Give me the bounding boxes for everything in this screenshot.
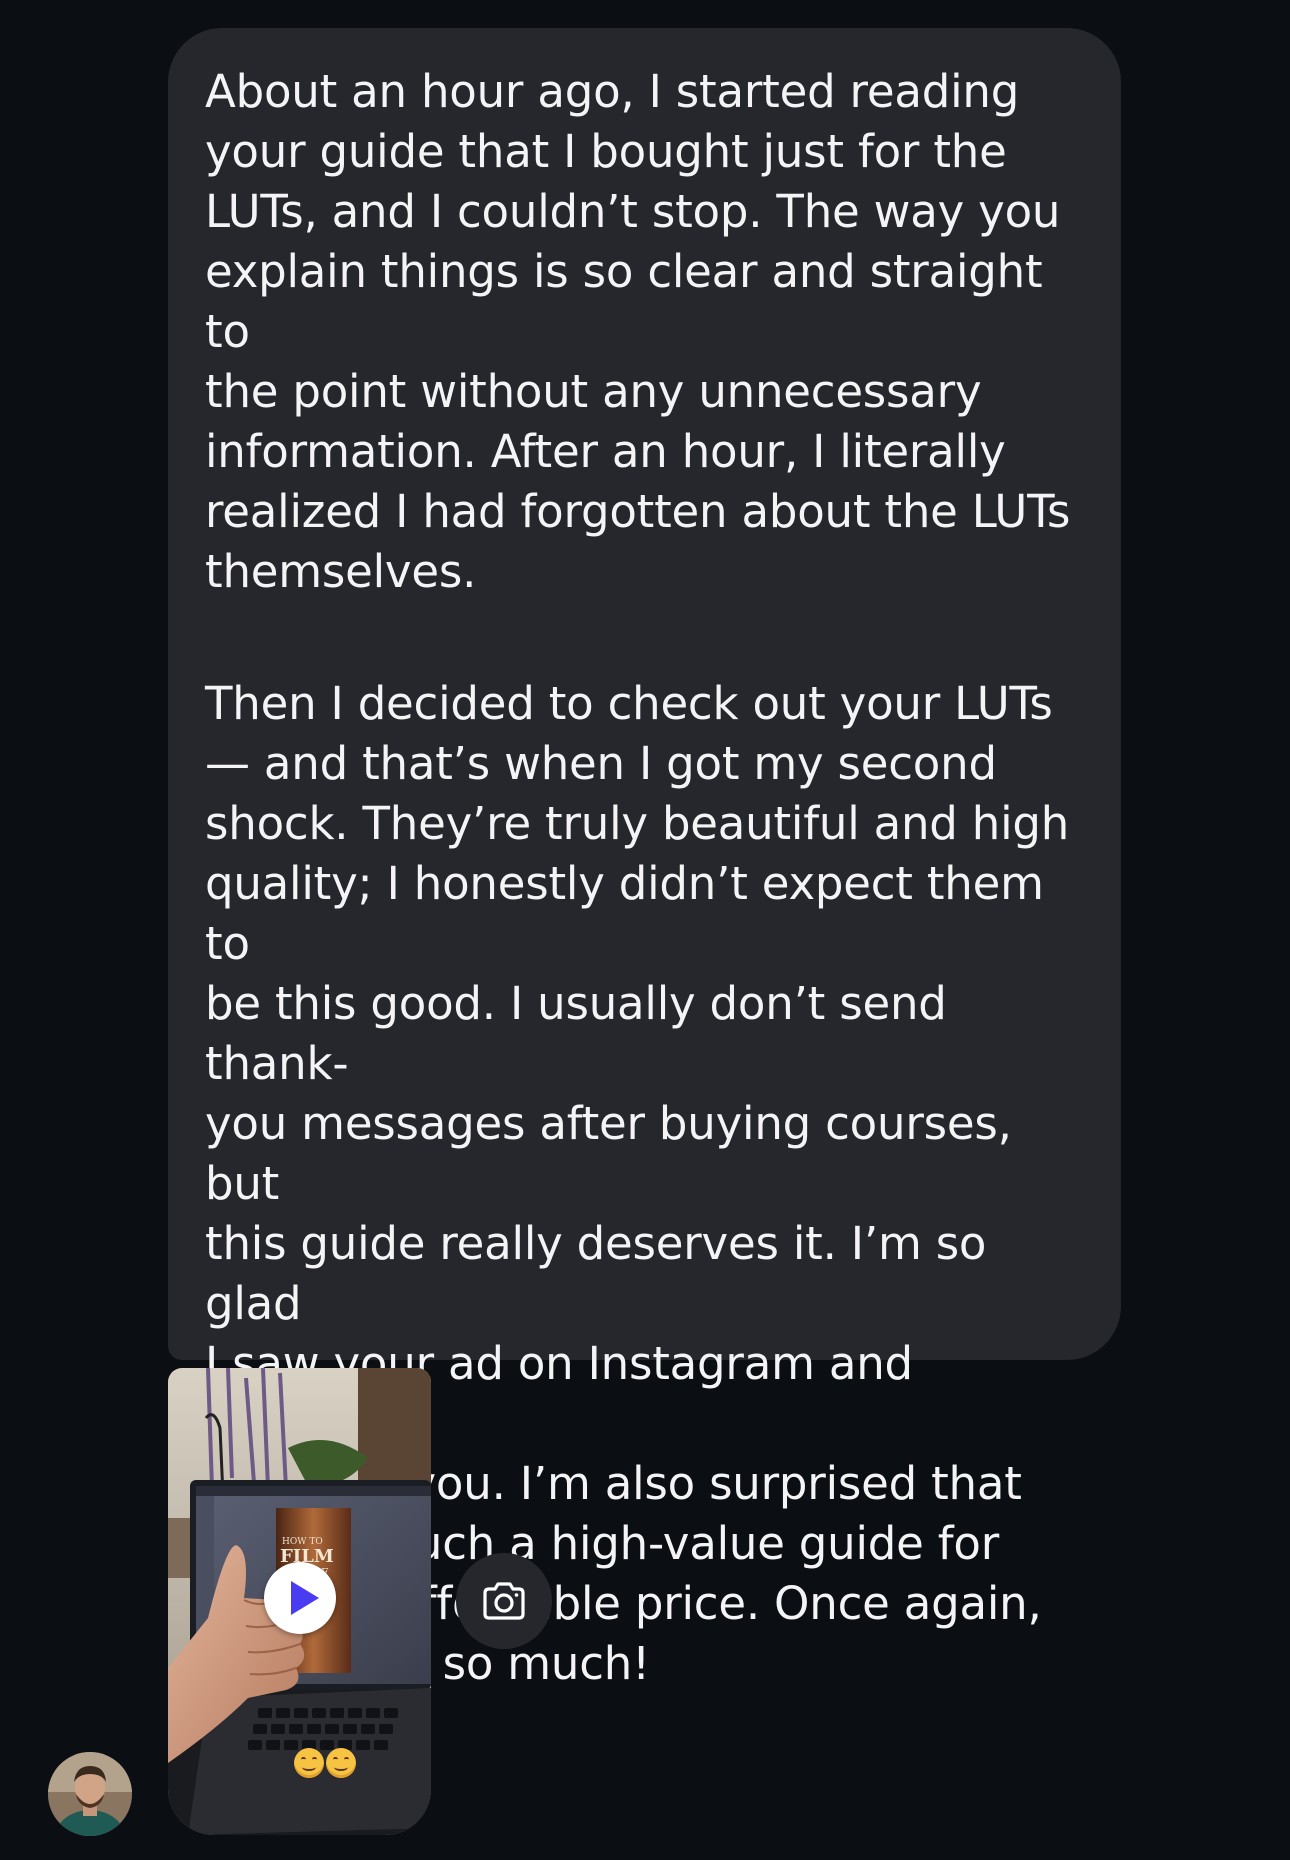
camera-button[interactable] [456, 1553, 552, 1649]
message-paragraph-1: About an hour ago, I started reading you… [205, 65, 1071, 598]
smiling-face-emoji-icon [326, 1748, 356, 1778]
reaction-emojis [294, 1748, 356, 1778]
avatar[interactable] [48, 1752, 132, 1836]
camera-icon [483, 1582, 525, 1620]
avatar-photo [48, 1752, 132, 1836]
smiling-face-emoji-icon [294, 1748, 324, 1778]
play-icon[interactable] [264, 1562, 336, 1634]
video-message-thumbnail[interactable]: HOW TO FILM SELF GUIDE [168, 1368, 431, 1835]
message-bubble[interactable]: About an hour ago, I started reading you… [168, 28, 1121, 1690]
